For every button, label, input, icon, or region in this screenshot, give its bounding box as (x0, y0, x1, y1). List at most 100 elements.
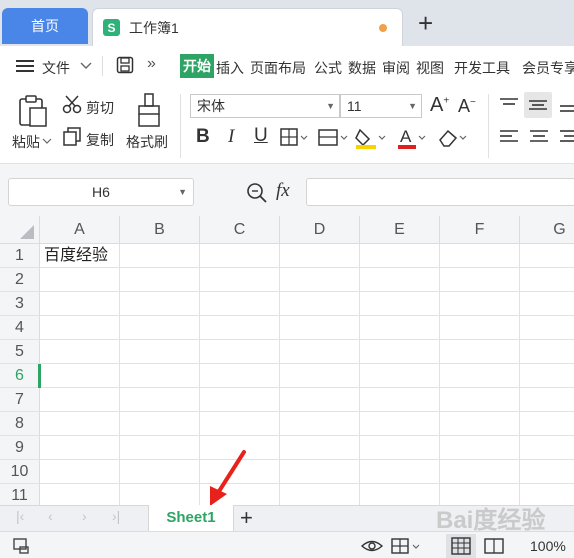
cell-g8[interactable] (520, 412, 574, 436)
name-box[interactable]: H6 ▼ (8, 178, 194, 206)
cell-b8[interactable] (120, 412, 200, 436)
cell-b10[interactable] (120, 460, 200, 484)
menu-item-formulas[interactable]: 公式 (314, 58, 342, 78)
cell-d5[interactable] (280, 340, 360, 364)
row-header-10[interactable]: 10 (0, 460, 40, 484)
cell-f3[interactable] (440, 292, 520, 316)
clear-format-icon[interactable] (436, 126, 470, 150)
cell-e1[interactable] (360, 244, 440, 268)
cell-d7[interactable] (280, 388, 360, 412)
menu-item-view[interactable]: 视图 (416, 58, 444, 78)
file-menu[interactable]: 文件 (42, 58, 70, 78)
cell-e5[interactable] (360, 340, 440, 364)
cell-a9[interactable] (40, 436, 120, 460)
normal-view-button[interactable] (446, 534, 476, 558)
cell-e4[interactable] (360, 316, 440, 340)
cell-c1[interactable] (200, 244, 280, 268)
border-icon[interactable] (280, 128, 310, 148)
cell-b1[interactable] (120, 244, 200, 268)
cell-b7[interactable] (120, 388, 200, 412)
freeze-pane-icon[interactable] (390, 537, 424, 555)
cell-c4[interactable] (200, 316, 280, 340)
column-header-g[interactable]: G (520, 216, 574, 244)
select-all-corner[interactable] (0, 216, 40, 244)
column-header-d[interactable]: D (280, 216, 360, 244)
chevron-down-icon[interactable] (42, 137, 52, 145)
decrease-font-icon[interactable]: A− (458, 96, 476, 117)
column-header-a[interactable]: A (40, 216, 120, 244)
menu-item-review[interactable]: 审阅 (382, 58, 410, 78)
increase-font-icon[interactable]: A+ (430, 94, 449, 117)
cell-f5[interactable] (440, 340, 520, 364)
cell-a4[interactable] (40, 316, 120, 340)
bold-button[interactable]: B (196, 126, 210, 148)
prev-sheet-icon[interactable]: ‹ (48, 508, 53, 524)
cell-c7[interactable] (200, 388, 280, 412)
cell-c8[interactable] (200, 412, 280, 436)
fx-button[interactable]: fx (276, 180, 290, 202)
column-header-e[interactable]: E (360, 216, 440, 244)
align-bottom-icon[interactable] (558, 96, 574, 114)
menu-item-developer[interactable]: 开发工具 (454, 58, 510, 78)
align-right-icon[interactable] (558, 128, 574, 146)
cell-d4[interactable] (280, 316, 360, 340)
align-middle-button[interactable] (524, 92, 552, 118)
format-painter-icon[interactable] (136, 92, 162, 128)
cell-d2[interactable] (280, 268, 360, 292)
cell-e10[interactable] (360, 460, 440, 484)
cell-b6[interactable] (120, 364, 200, 388)
first-sheet-icon[interactable]: |‹ (16, 508, 24, 524)
add-sheet-button[interactable]: + (240, 506, 253, 530)
hamburger-icon[interactable] (16, 59, 34, 73)
cell-b2[interactable] (120, 268, 200, 292)
cell-d8[interactable] (280, 412, 360, 436)
cell-style-icon[interactable] (318, 128, 350, 148)
cell-f9[interactable] (440, 436, 520, 460)
cell-f7[interactable] (440, 388, 520, 412)
cell-f10[interactable] (440, 460, 520, 484)
cell-g2[interactable] (520, 268, 574, 292)
formula-input[interactable] (306, 178, 574, 206)
row-header-2[interactable]: 2 (0, 268, 40, 292)
page-layout-view-icon[interactable] (482, 537, 506, 555)
cell-d9[interactable] (280, 436, 360, 460)
underline-button[interactable]: U (254, 125, 268, 147)
cell-g7[interactable] (520, 388, 574, 412)
font-name-select[interactable]: 宋体 ▼ (190, 94, 340, 118)
cell-g5[interactable] (520, 340, 574, 364)
cut-button[interactable]: 剪切 (86, 98, 114, 118)
cell-c6[interactable] (200, 364, 280, 388)
cell-f2[interactable] (440, 268, 520, 292)
cell-b5[interactable] (120, 340, 200, 364)
row-header-8[interactable]: 8 (0, 412, 40, 436)
cell-f8[interactable] (440, 412, 520, 436)
cell-a8[interactable] (40, 412, 120, 436)
menu-item-member[interactable]: 会员专享 (522, 58, 574, 78)
align-left-icon[interactable] (498, 128, 520, 146)
cell-g4[interactable] (520, 316, 574, 340)
cell-e2[interactable] (360, 268, 440, 292)
cell-d3[interactable] (280, 292, 360, 316)
align-top-icon[interactable] (498, 96, 520, 114)
paste-icon[interactable] (17, 94, 49, 128)
scissors-icon[interactable] (62, 94, 82, 114)
tab-home[interactable]: 首页 (2, 8, 88, 44)
copy-icon[interactable] (62, 126, 82, 146)
cell-a3[interactable] (40, 292, 120, 316)
more-icon[interactable]: » (147, 55, 156, 73)
cell-a10[interactable] (40, 460, 120, 484)
cell-e6[interactable] (360, 364, 440, 388)
new-tab-button[interactable]: + (418, 10, 433, 36)
macro-icon[interactable] (12, 537, 34, 555)
cell-g10[interactable] (520, 460, 574, 484)
cell-d10[interactable] (280, 460, 360, 484)
cell-d6[interactable] (280, 364, 360, 388)
chevron-down-icon[interactable] (80, 61, 92, 71)
column-header-b[interactable]: B (120, 216, 200, 244)
cell-f1[interactable] (440, 244, 520, 268)
menu-item-insert[interactable]: 插入 (216, 58, 244, 78)
cell-g3[interactable] (520, 292, 574, 316)
copy-button[interactable]: 复制 (86, 130, 114, 150)
cell-a2[interactable] (40, 268, 120, 292)
cell-e7[interactable] (360, 388, 440, 412)
